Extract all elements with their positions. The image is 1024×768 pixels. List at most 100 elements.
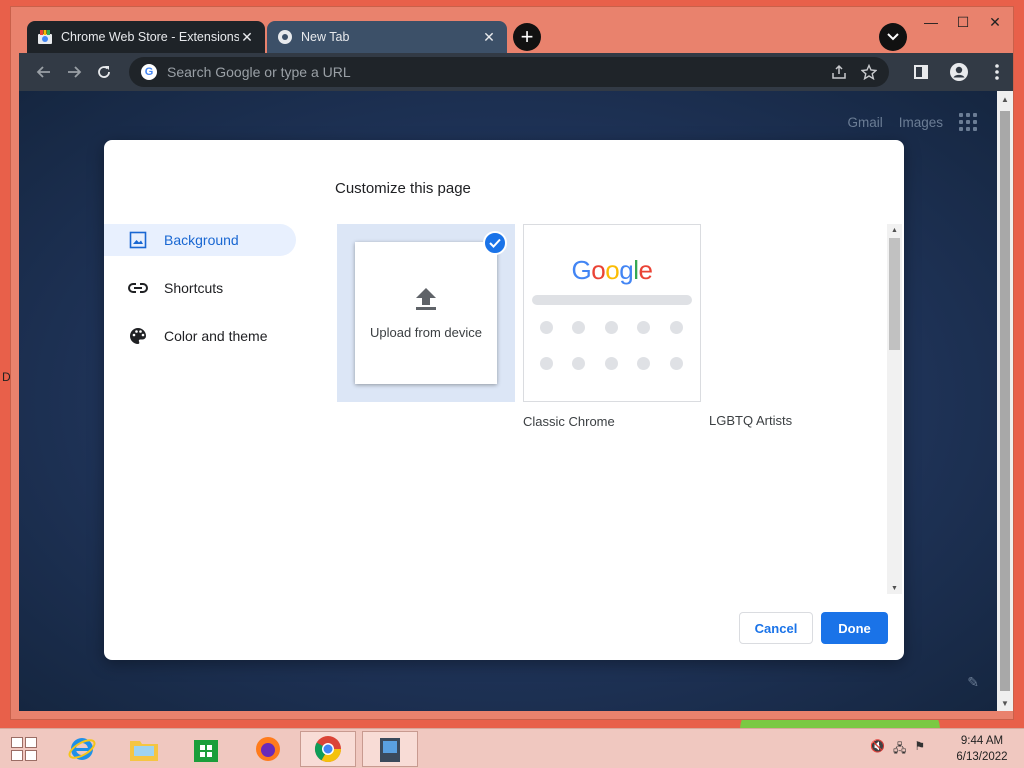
maximize-button[interactable]: ☐ [947, 11, 979, 33]
windows-logo-pane [11, 737, 23, 748]
classic-chrome-caption: Classic Chrome [523, 414, 615, 429]
back-button[interactable] [29, 57, 59, 87]
forward-button[interactable] [59, 57, 89, 87]
shortcut-dot [637, 357, 650, 370]
clock-date: 6/13/2022 [956, 751, 1008, 763]
google-g-icon: G [141, 64, 157, 80]
taskbar: 🔇 🖧 ⚑ 9:44 AM 6/13/2022 [0, 728, 1024, 768]
windows-logo-pane [25, 750, 37, 761]
tab-search-button[interactable] [879, 23, 907, 51]
cancel-button[interactable]: Cancel [739, 612, 813, 644]
classic-chrome-tile[interactable]: Google [523, 224, 701, 402]
bookmark-star-icon[interactable] [861, 64, 877, 80]
forward-arrow-icon [68, 66, 82, 78]
upload-label: Upload from device [370, 324, 482, 340]
menu-button[interactable] [983, 57, 1011, 87]
customize-dialog: Customize this page Background Shortcuts… [104, 140, 904, 660]
menu-item-shortcuts[interactable]: Shortcuts [104, 272, 296, 304]
menu-item-color-theme[interactable]: Color and theme [104, 320, 296, 352]
close-tab-icon[interactable]: ✕ [239, 29, 255, 45]
palette-icon [128, 326, 148, 346]
side-panel-icon [914, 65, 928, 79]
browser-toolbar: G [19, 53, 1013, 91]
menu-item-label: Color and theme [164, 328, 268, 344]
options-scrollbar[interactable]: ▲ ▼ [887, 224, 902, 594]
tab-title: Chrome Web Store - Extensions [61, 30, 239, 44]
chrome-icon [277, 29, 293, 45]
selected-check-icon [483, 231, 507, 255]
chevron-down-icon [887, 33, 899, 41]
images-link[interactable]: Images [899, 115, 943, 130]
tab-chrome-web-store[interactable]: Chrome Web Store - Extensions ✕ [27, 21, 265, 53]
menu-item-label: Shortcuts [164, 280, 224, 296]
web-store-icon [37, 29, 53, 45]
reload-button[interactable] [89, 57, 119, 87]
lgbtq-artists-caption: LGBTQ Artists [709, 413, 793, 428]
scroll-up-arrow-icon[interactable]: ▲ [887, 224, 902, 236]
page-scrollbar[interactable]: ▲ ▼ [997, 91, 1013, 711]
page-scrollbar-thumb[interactable] [1000, 111, 1010, 691]
background-options: Upload from device Google Classic Chrome [335, 224, 887, 594]
system-tray: 🔇 🖧 ⚑ [870, 739, 925, 760]
taskbar-clock[interactable]: 9:44 AM 6/13/2022 [950, 733, 1014, 765]
app-taskbar-icon[interactable] [362, 731, 418, 767]
windows-logo-pane [25, 737, 37, 748]
upload-from-device-tile[interactable]: Upload from device [337, 224, 515, 402]
firefox-taskbar-icon[interactable] [240, 731, 296, 767]
tab-strip: Chrome Web Store - Extensions ✕ New Tab … [19, 7, 1013, 59]
minimize-button[interactable]: — [915, 11, 947, 33]
scroll-down-arrow-icon[interactable]: ▼ [997, 695, 1013, 711]
action-center-flag-icon[interactable]: ⚑ [914, 739, 925, 760]
gmail-link[interactable]: Gmail [847, 115, 882, 130]
google-logo: Google [571, 255, 653, 285]
address-bar[interactable]: G [129, 57, 889, 87]
customize-pencil-icon[interactable]: ✎ [967, 674, 979, 691]
window-close-button[interactable]: ✕ [979, 11, 1011, 33]
done-button[interactable]: Done [821, 612, 888, 644]
toolbar-right-actions [907, 57, 1011, 87]
scroll-up-arrow-icon[interactable]: ▲ [997, 91, 1013, 107]
omnibox-input[interactable] [167, 64, 831, 80]
side-panel-button[interactable] [907, 57, 935, 87]
more-vert-icon [995, 64, 999, 80]
clock-time: 9:44 AM [960, 735, 1004, 747]
dialog-title: Customize this page [335, 180, 471, 197]
shortcut-dot [605, 321, 618, 334]
store-taskbar-icon[interactable] [178, 731, 234, 767]
windows-logo-pane [11, 750, 23, 761]
tab-title: New Tab [301, 30, 350, 44]
menu-item-label: Background [164, 232, 239, 248]
lgbtq-artists-tile[interactable] [709, 224, 887, 402]
options-scrollbar-thumb[interactable] [889, 238, 900, 350]
shortcut-dot [637, 321, 650, 334]
share-icon[interactable] [831, 64, 847, 80]
shortcut-dot [540, 321, 553, 334]
chrome-taskbar-icon[interactable] [300, 731, 356, 767]
tab-new-tab[interactable]: New Tab ✕ [267, 21, 507, 53]
start-button[interactable] [8, 735, 40, 763]
upload-card: Upload from device [355, 242, 497, 384]
upload-icon [416, 287, 436, 310]
shortcut-dot [605, 357, 618, 370]
customize-menu: Background Shortcuts Color and theme [104, 224, 304, 368]
search-bar-preview [532, 295, 692, 305]
reload-icon [98, 66, 110, 78]
shortcut-dot [540, 357, 553, 370]
apps-grid-icon[interactable] [959, 113, 977, 131]
profile-button[interactable] [945, 57, 973, 87]
profile-avatar-icon [950, 63, 968, 81]
network-icon[interactable]: 🖧 [893, 739, 906, 760]
new-tab-button[interactable]: + [513, 23, 541, 51]
scroll-down-arrow-icon[interactable]: ▼ [887, 582, 902, 594]
shortcut-dot [670, 321, 683, 334]
shortcut-dot [572, 357, 585, 370]
menu-item-background[interactable]: Background [104, 224, 296, 256]
back-arrow-icon [36, 66, 50, 78]
shortcut-dot [670, 357, 683, 370]
file-explorer-taskbar-icon[interactable] [116, 731, 172, 767]
internet-explorer-taskbar-icon[interactable] [54, 731, 110, 767]
volume-muted-icon[interactable]: 🔇 [870, 739, 885, 760]
image-icon [128, 230, 148, 250]
close-tab-icon[interactable]: ✕ [481, 29, 497, 45]
ntp-header-links: Gmail Images [847, 113, 977, 131]
